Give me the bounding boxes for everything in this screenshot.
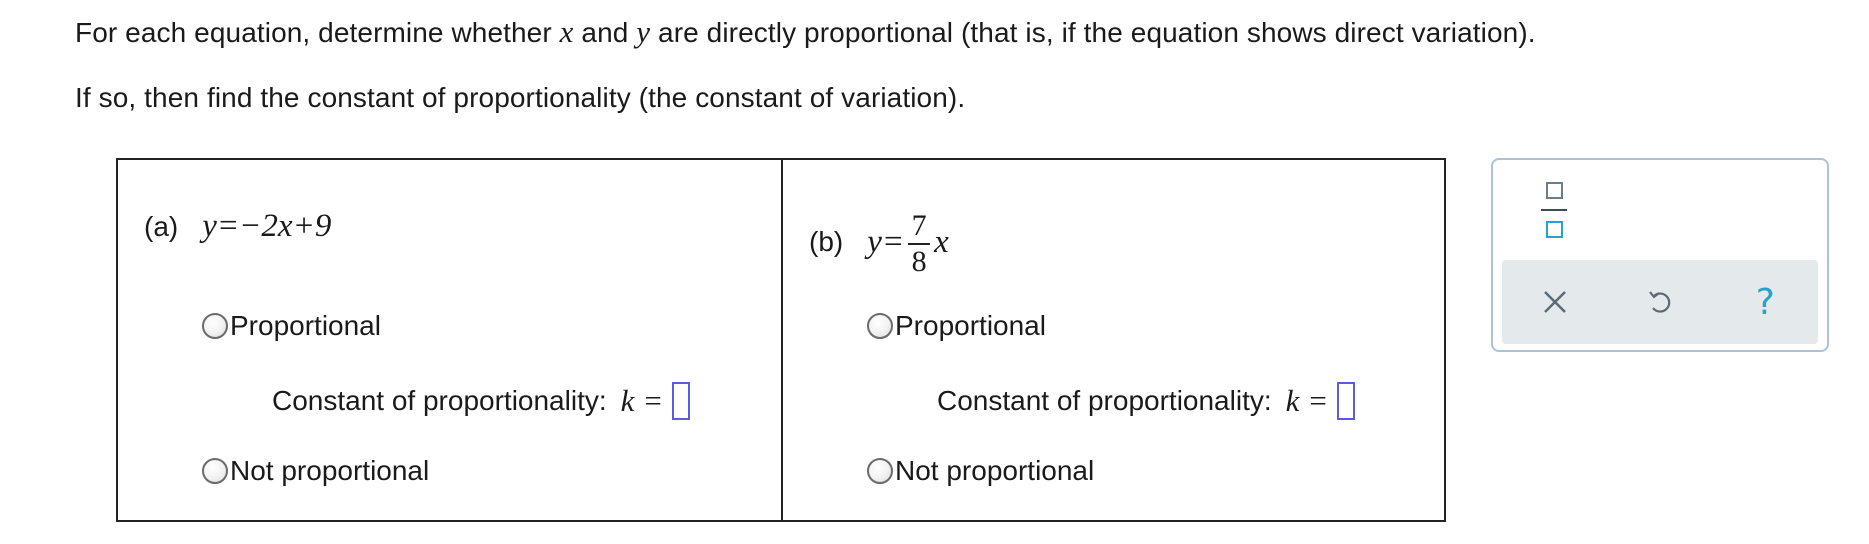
undo-icon bbox=[1649, 291, 1671, 313]
constant-variable-k: k bbox=[1285, 383, 1300, 418]
variable-y: y bbox=[636, 14, 651, 49]
option-label: Not proportional bbox=[230, 455, 430, 486]
part-b-equation: (b) y= 7 8 x bbox=[809, 208, 949, 278]
radio-button[interactable] bbox=[867, 313, 893, 339]
radio-button[interactable] bbox=[202, 313, 228, 339]
part-a-proportional-option[interactable]: Proportional bbox=[202, 310, 381, 342]
equation-b-variable: x bbox=[934, 223, 949, 260]
constant-variable-k: k bbox=[620, 383, 635, 418]
part-b-tag: (b) bbox=[809, 226, 844, 257]
radio-button[interactable] bbox=[202, 458, 228, 484]
part-b-proportional-option[interactable]: Proportional bbox=[867, 310, 1046, 342]
option-label: Not proportional bbox=[895, 455, 1095, 486]
option-label: Proportional bbox=[230, 310, 381, 341]
part-a-not-proportional-option[interactable]: Not proportional bbox=[202, 455, 429, 487]
part-b-constant-input[interactable] bbox=[1336, 382, 1355, 420]
part-a-cell: (a) y=−2x+9 Proportional Constant of pro… bbox=[118, 160, 781, 520]
help-icon: ? bbox=[1755, 281, 1775, 323]
instructions-line-1: For each equation, determine whether x a… bbox=[75, 14, 1536, 49]
action-bar: ? bbox=[1502, 260, 1818, 344]
help-button[interactable]: ? bbox=[1735, 272, 1795, 332]
equation-b-lhs: y= bbox=[867, 223, 905, 260]
fraction-seven-eighths: 7 8 bbox=[908, 209, 931, 278]
part-a-constant-input[interactable] bbox=[671, 382, 690, 420]
problem-table: (a) y=−2x+9 Proportional Constant of pro… bbox=[116, 158, 1446, 522]
clear-button[interactable] bbox=[1525, 272, 1585, 332]
part-a-equation: (a) y=−2x+9 bbox=[144, 208, 331, 245]
part-a-constant-row: Constant of proportionality: k = bbox=[272, 382, 690, 420]
variable-x: x bbox=[559, 14, 574, 49]
fraction-line-icon bbox=[1541, 209, 1567, 211]
constant-label: Constant of proportionality: bbox=[272, 385, 607, 416]
part-b-constant-row: Constant of proportionality: k = bbox=[937, 382, 1355, 420]
clear-icon bbox=[1543, 291, 1566, 313]
equals-sign: = bbox=[1309, 383, 1327, 418]
equation-a: y=−2x+9 bbox=[202, 208, 332, 244]
instructions-line-2: If so, then find the constant of proport… bbox=[75, 82, 966, 113]
constant-label: Constant of proportionality: bbox=[937, 385, 1272, 416]
part-b-not-proportional-option[interactable]: Not proportional bbox=[867, 455, 1094, 487]
option-label: Proportional bbox=[895, 310, 1046, 341]
part-a-tag: (a) bbox=[144, 210, 179, 242]
fraction-numerator: 7 bbox=[911, 209, 927, 242]
equals-sign: = bbox=[644, 383, 662, 418]
math-tool-palette: ? bbox=[1491, 158, 1829, 352]
denominator-box-icon bbox=[1545, 221, 1563, 238]
numerator-box-icon bbox=[1545, 182, 1563, 199]
undo-button[interactable] bbox=[1630, 272, 1690, 332]
radio-button[interactable] bbox=[867, 458, 893, 484]
fraction-denominator: 8 bbox=[911, 245, 927, 278]
part-b-cell: (b) y= 7 8 x Proportional Constant of pr… bbox=[781, 160, 1444, 520]
fraction-icon[interactable] bbox=[1539, 182, 1569, 238]
